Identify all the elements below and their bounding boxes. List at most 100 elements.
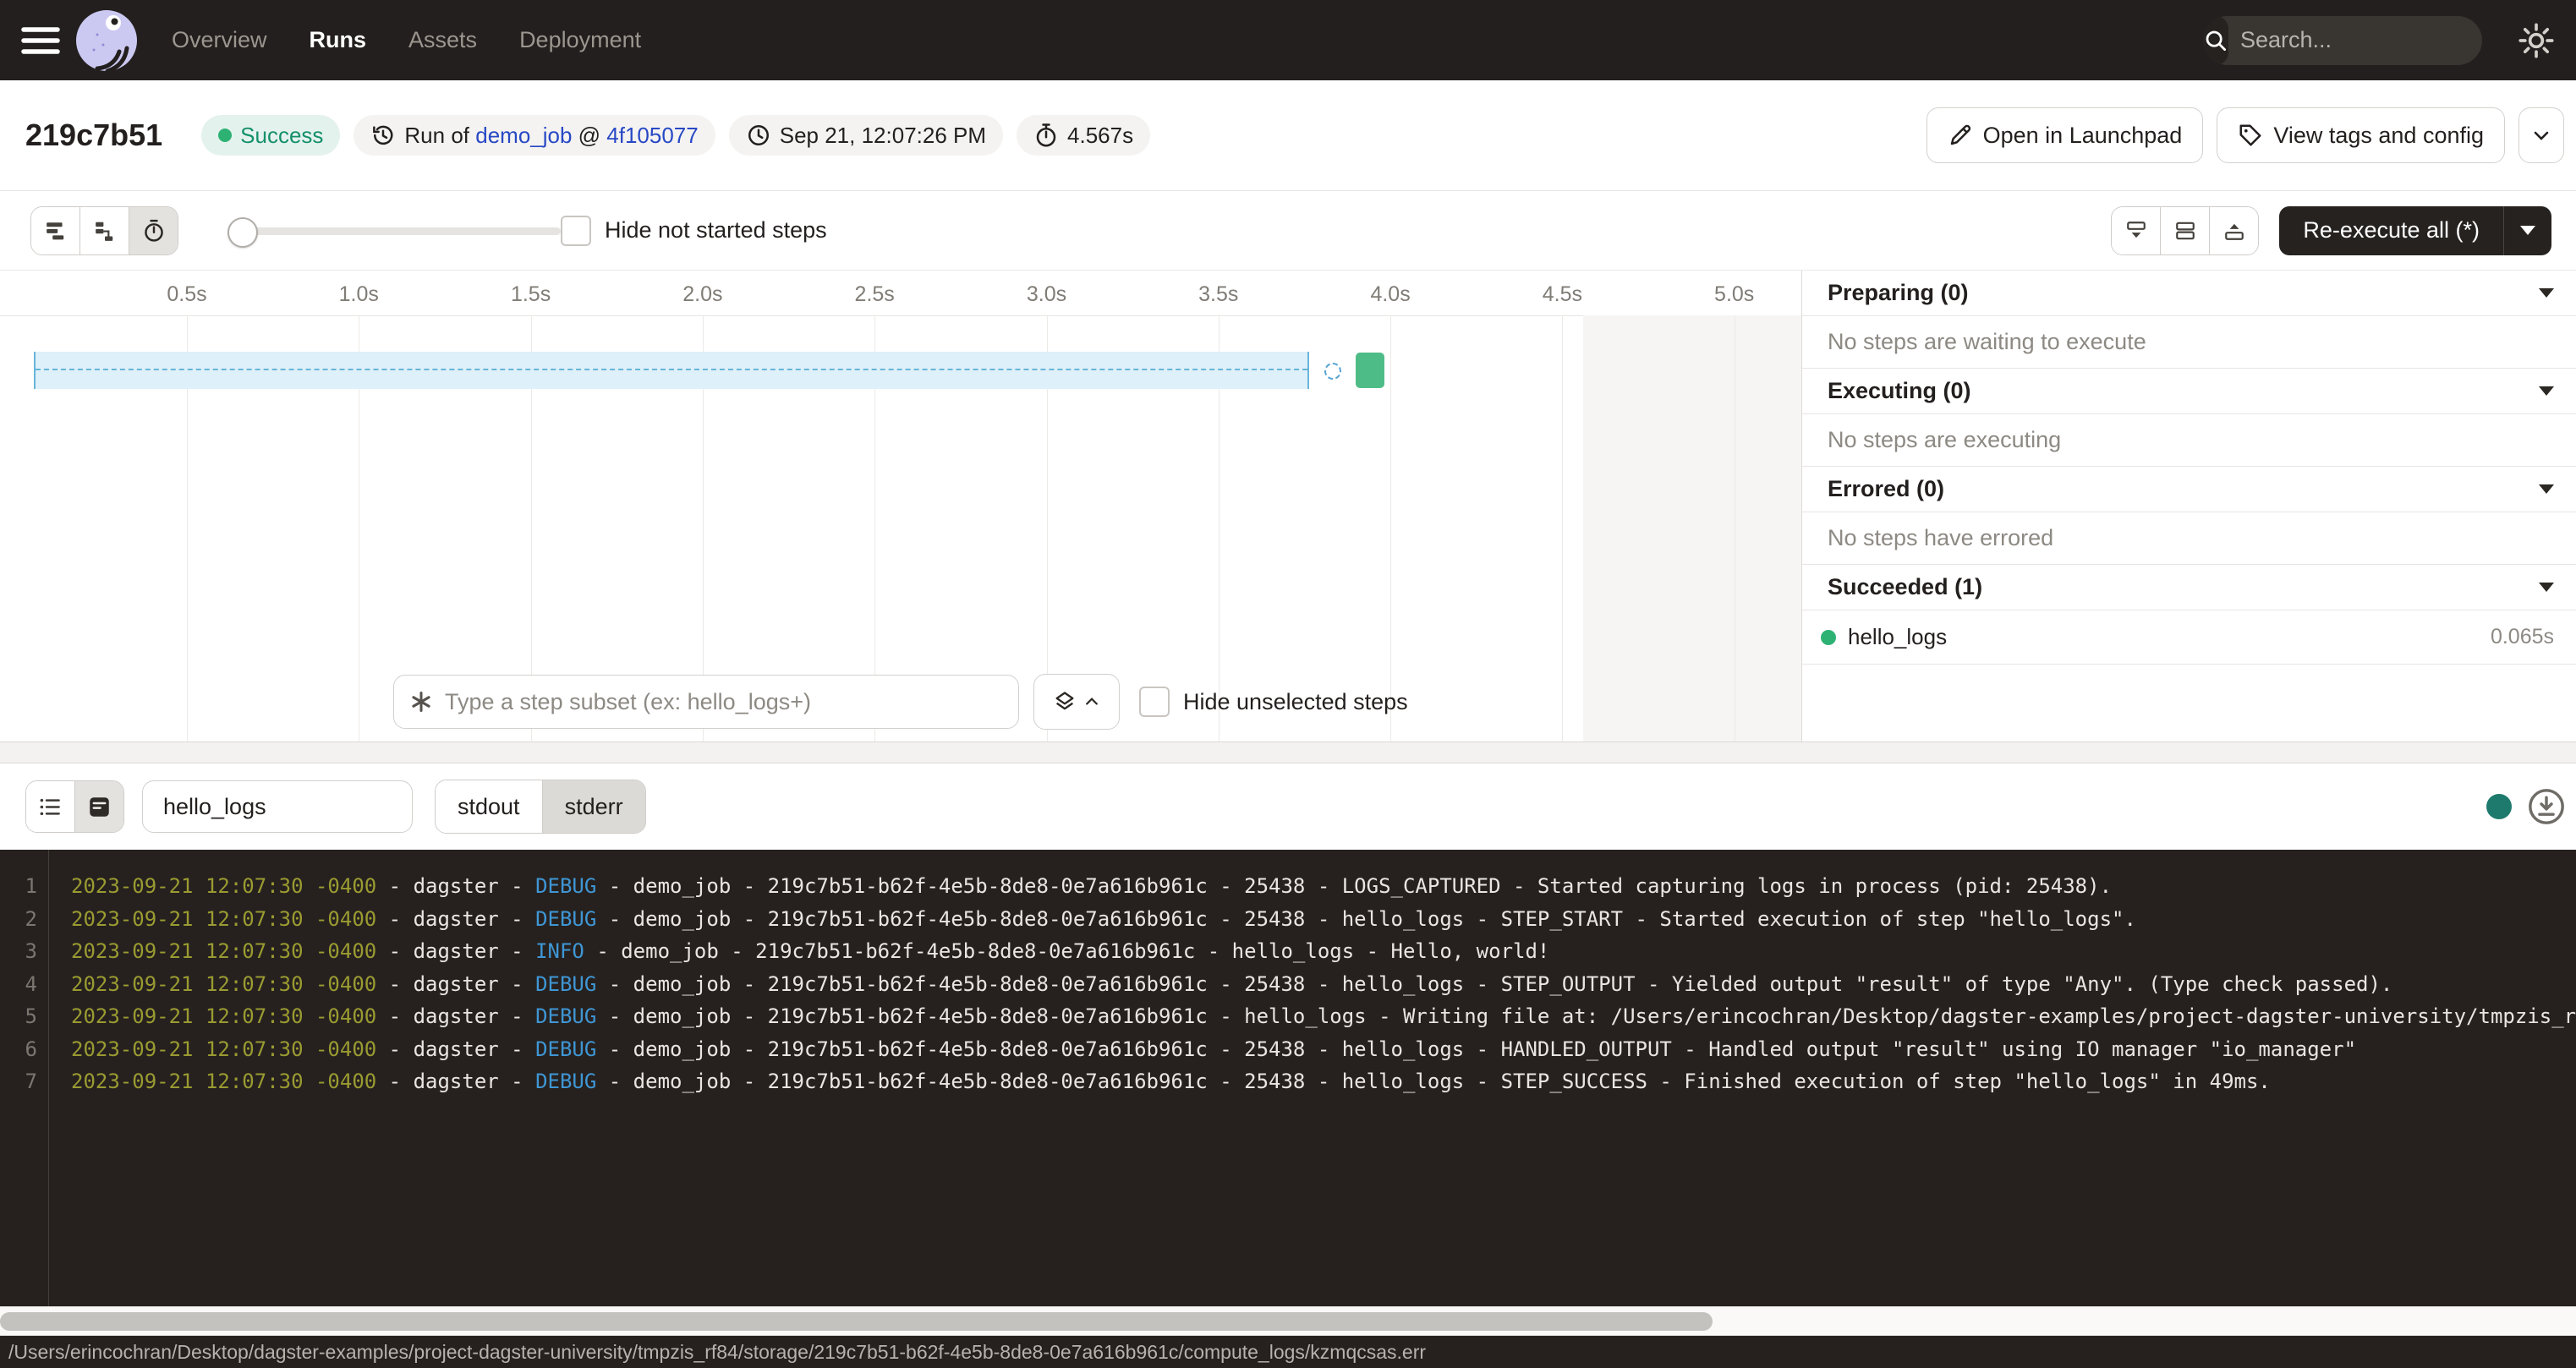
scrollbar-thumb[interactable] bbox=[0, 1312, 1713, 1331]
hide-not-started-checkbox[interactable] bbox=[561, 216, 591, 246]
axis-tick: 4.0s bbox=[1340, 282, 1441, 307]
axis-tick: 3.0s bbox=[996, 282, 1098, 307]
step-start-marker-icon bbox=[1324, 363, 1341, 380]
nav-item-deployment[interactable]: Deployment bbox=[519, 27, 641, 53]
log-line: 22023-09-21 12:07:30 -0400 - dagster - D… bbox=[0, 903, 2576, 936]
axis-tick: 2.5s bbox=[824, 282, 925, 307]
axis-border bbox=[0, 315, 1801, 316]
step-bar-hello-logs[interactable] bbox=[1356, 353, 1384, 388]
search-icon bbox=[2203, 16, 2228, 65]
waiting-dashed-line bbox=[36, 369, 1307, 370]
succeeded-step-row[interactable]: hello_logs 0.065s bbox=[1802, 610, 2576, 665]
log-toolbar: stdout stderr bbox=[0, 763, 2576, 850]
step-subset-input[interactable] bbox=[443, 688, 1003, 716]
gridline bbox=[1562, 315, 1563, 741]
step-waiting-bar bbox=[34, 352, 1309, 389]
caret-down-icon bbox=[2539, 484, 2554, 494]
view-tags-config-button[interactable]: View tags and config bbox=[2217, 107, 2505, 163]
status-badge: Success bbox=[201, 115, 340, 156]
open-in-launchpad-button[interactable]: Open in Launchpad bbox=[1927, 107, 2204, 163]
history-icon bbox=[370, 123, 396, 148]
tag-icon bbox=[2238, 123, 2263, 148]
download-log-button[interactable] bbox=[2527, 787, 2566, 826]
hide-not-started-label[interactable]: Hide not started steps bbox=[605, 217, 827, 244]
waterfall-view-button[interactable] bbox=[79, 207, 129, 254]
log-view-mode-group bbox=[25, 780, 124, 833]
hide-unselected-label[interactable]: Hide unselected steps bbox=[1183, 689, 1408, 715]
section-errored[interactable]: Errored (0) bbox=[1802, 467, 2576, 512]
slider-track bbox=[241, 227, 561, 235]
gear-icon[interactable] bbox=[2518, 22, 2555, 59]
slider-thumb[interactable] bbox=[227, 217, 258, 248]
collapse-top-button[interactable] bbox=[2209, 207, 2258, 254]
timed-view-button[interactable] bbox=[129, 207, 178, 254]
log-file-path: /Users/erincochran/Desktop/dagster-examp… bbox=[8, 1341, 1426, 1364]
gantt-zoom-slider bbox=[227, 207, 561, 254]
clock-icon bbox=[746, 123, 771, 148]
split-panels-button[interactable] bbox=[2160, 207, 2209, 254]
log-filter-input[interactable] bbox=[162, 793, 393, 821]
tab-stderr[interactable]: stderr bbox=[542, 780, 645, 833]
nav-item-runs[interactable]: Runs bbox=[310, 27, 367, 53]
header-more-dropdown-button[interactable] bbox=[2518, 107, 2564, 163]
op-selector-icon bbox=[409, 690, 433, 714]
log-lines: 12023-09-21 12:07:30 -0400 - dagster - D… bbox=[0, 870, 2576, 1098]
log-path-footer: /Users/erincochran/Desktop/dagster-examp… bbox=[0, 1336, 2576, 1368]
search-box[interactable]: / bbox=[2203, 16, 2482, 65]
run-header: 219c7b51 Success Run of demo_job @ 4f105… bbox=[0, 80, 2576, 191]
caret-down-icon bbox=[2520, 226, 2535, 235]
axis-tick: 2.0s bbox=[652, 282, 754, 307]
log-filter-box bbox=[142, 780, 413, 833]
chevron-up-icon bbox=[1083, 693, 1100, 710]
step-status-panel: Preparing (0) No steps are waiting to ex… bbox=[1801, 271, 2576, 741]
log-capture-status-icon bbox=[2486, 794, 2512, 819]
graph-query-toggle-button[interactable] bbox=[1033, 674, 1120, 730]
dagster-run-page: Overview Runs Assets Deployment / 219c7b… bbox=[0, 0, 2576, 1368]
reexecute-all-button[interactable]: Re-execute all (*) bbox=[2279, 206, 2551, 255]
section-executing[interactable]: Executing (0) bbox=[1802, 369, 2576, 414]
search-input[interactable] bbox=[2228, 27, 2482, 53]
section-executing-empty: No steps are executing bbox=[1802, 414, 2576, 467]
section-preparing-empty: No steps are waiting to execute bbox=[1802, 316, 2576, 369]
top-nav: Overview Runs Assets Deployment / bbox=[0, 0, 2576, 80]
log-line: 42023-09-21 12:07:30 -0400 - dagster - D… bbox=[0, 968, 2576, 1001]
duration-tag: 4.567s bbox=[1017, 115, 1150, 156]
reexecute-dropdown-button[interactable] bbox=[2504, 206, 2551, 255]
section-succeeded[interactable]: Succeeded (1) bbox=[1802, 565, 2576, 610]
raw-log-view-button[interactable] bbox=[74, 781, 123, 832]
commit-link[interactable]: 4f105077 bbox=[606, 123, 698, 149]
caret-down-icon bbox=[2539, 288, 2554, 298]
axis-tick: 5.0s bbox=[1684, 282, 1785, 307]
log-line: 12023-09-21 12:07:30 -0400 - dagster - D… bbox=[0, 870, 2576, 903]
caret-down-icon bbox=[2539, 386, 2554, 396]
log-line: 52023-09-21 12:07:30 -0400 - dagster - D… bbox=[0, 1000, 2576, 1033]
panel-splitter[interactable] bbox=[0, 741, 2576, 763]
flat-view-button[interactable] bbox=[31, 207, 79, 254]
log-horizontal-scrollbar bbox=[0, 1306, 2576, 1336]
panel-layout-group bbox=[2111, 206, 2259, 255]
layers-icon bbox=[1053, 690, 1077, 714]
step-duration: 0.065s bbox=[2491, 625, 2554, 649]
axis-tick: 4.5s bbox=[1511, 282, 1613, 307]
status-dot-icon bbox=[218, 129, 232, 142]
start-time-tag: Sep 21, 12:07:26 PM bbox=[729, 115, 1003, 156]
structured-log-view-button[interactable] bbox=[26, 781, 74, 832]
hamburger-menu-icon[interactable] bbox=[21, 25, 60, 56]
tab-stdout[interactable]: stdout bbox=[436, 780, 542, 833]
log-stream-tabs: stdout stderr bbox=[435, 780, 646, 834]
stopwatch-icon bbox=[1033, 123, 1059, 148]
job-link[interactable]: demo_job bbox=[475, 123, 572, 149]
hide-unselected-checkbox[interactable] bbox=[1139, 687, 1170, 717]
axis-tick: 0.5s bbox=[136, 282, 238, 307]
section-preparing[interactable]: Preparing (0) bbox=[1802, 271, 2576, 316]
dagster-logo-icon[interactable] bbox=[75, 9, 138, 72]
nav-item-assets[interactable]: Assets bbox=[408, 27, 477, 53]
pencil-icon bbox=[1948, 123, 1973, 148]
collapse-bottom-button[interactable] bbox=[2112, 207, 2160, 254]
section-errored-empty: No steps have errored bbox=[1802, 512, 2576, 565]
step-success-dot-icon bbox=[1821, 630, 1836, 645]
nav-item-overview[interactable]: Overview bbox=[172, 27, 267, 53]
log-line: 62023-09-21 12:07:30 -0400 - dagster - D… bbox=[0, 1033, 2576, 1066]
axis-tick: 1.0s bbox=[308, 282, 409, 307]
caret-down-icon bbox=[2539, 583, 2554, 592]
